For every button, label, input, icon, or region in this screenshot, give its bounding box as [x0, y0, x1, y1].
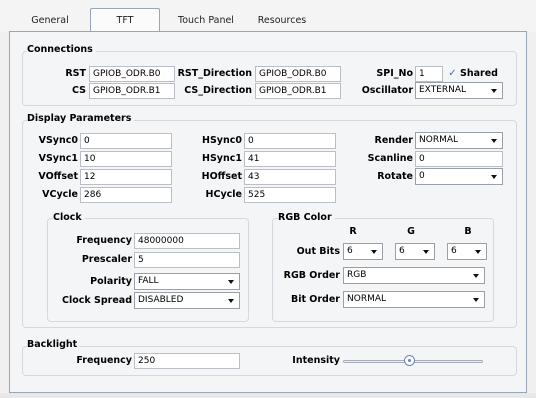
polarity-value: FALL	[138, 276, 159, 286]
render-label: Render	[374, 135, 413, 146]
bit-order-value: NORMAL	[347, 294, 387, 304]
blue-bits-value: 6	[451, 246, 457, 256]
chevron-down-icon	[371, 250, 377, 254]
green-bits-value: 6	[399, 246, 405, 256]
oscillator-dropdown[interactable]: EXTERNAL	[415, 82, 503, 99]
vsync0-field[interactable]: 0	[80, 133, 172, 149]
display-parameters-title: Display Parameters	[27, 113, 135, 124]
chevron-down-icon	[491, 175, 497, 179]
tab-strip: General TFT Touch Panel Resources	[0, 0, 536, 32]
cs-field[interactable]: GPIOB_ODR.B1	[89, 83, 175, 99]
tab-touch-panel[interactable]: Touch Panel	[168, 11, 244, 30]
vsync1-field[interactable]: 10	[80, 151, 172, 167]
shared-label: Shared	[460, 68, 498, 79]
out-bits-label: Out Bits	[296, 246, 340, 257]
voffset-label: VOffset	[38, 171, 78, 182]
rotate-label: Rotate	[377, 171, 413, 182]
tab-tft[interactable]: TFT	[90, 8, 160, 32]
scanline-label: Scanline	[367, 153, 413, 164]
voffset-field[interactable]: 12	[80, 169, 172, 185]
clock-frequency-field[interactable]: 48000000	[134, 233, 240, 249]
oscillator-label: Oscillator	[361, 85, 413, 96]
backlight-frequency-label: Frequency	[76, 355, 132, 366]
connections-title: Connections	[27, 44, 96, 55]
rgb-order-value: RGB	[347, 270, 367, 280]
chevron-down-icon	[491, 89, 497, 93]
rotate-dropdown[interactable]: 0	[415, 168, 503, 185]
rgb-order-dropdown[interactable]: RGB	[343, 267, 485, 284]
tft-tab-content: Connections RST GPIOB_ODR.B0 RST_Directi…	[9, 31, 527, 393]
hsync0-label: HSync0	[202, 135, 242, 146]
rgb-color-title: RGB Color	[278, 212, 335, 223]
hcycle-label: HCycle	[205, 189, 242, 200]
rst-direction-field[interactable]: GPIOB_ODR.B0	[255, 66, 341, 82]
intensity-slider-thumb[interactable]	[403, 355, 415, 366]
shared-checkbox[interactable]: ✓	[447, 68, 458, 79]
hsync0-field[interactable]: 0	[244, 133, 336, 149]
red-bits-dropdown[interactable]: 6	[343, 243, 383, 260]
tab-resources[interactable]: Resources	[250, 11, 314, 30]
tft-settings-window: General TFT Touch Panel Resources Connec…	[0, 0, 536, 398]
backlight-title: Backlight	[27, 339, 81, 350]
clock-title: Clock	[53, 212, 85, 223]
vsync0-label: VSync0	[38, 135, 78, 146]
scanline-field[interactable]: 0	[415, 151, 503, 167]
g-column-header: G	[407, 226, 415, 237]
cs-direction-label: CS_Direction	[184, 85, 252, 96]
green-bits-dropdown[interactable]: 6	[395, 243, 435, 260]
r-column-header: R	[349, 226, 357, 237]
chevron-down-icon	[475, 250, 481, 254]
polarity-dropdown[interactable]: FALL	[134, 273, 240, 290]
tab-general[interactable]: General	[20, 11, 80, 30]
hcycle-field[interactable]: 525	[244, 187, 336, 203]
chevron-down-icon	[491, 139, 497, 143]
vcycle-label: VCycle	[42, 189, 78, 200]
chevron-down-icon	[473, 298, 479, 302]
hoffset-label: HOffset	[201, 171, 242, 182]
rotate-value: 0	[419, 171, 425, 181]
oscillator-value: EXTERNAL	[419, 85, 467, 95]
frequency-label: Frequency	[76, 235, 132, 246]
vcycle-field[interactable]: 286	[80, 187, 172, 203]
chevron-down-icon	[473, 274, 479, 278]
cs-direction-field[interactable]: GPIOB_ODR.B1	[255, 83, 341, 99]
clock-spread-label: Clock Spread	[62, 295, 132, 306]
spi-no-field[interactable]: 1	[415, 66, 443, 82]
window-bottom-edge	[0, 393, 536, 398]
prescaler-label: Prescaler	[81, 254, 132, 265]
hsync1-label: HSync1	[202, 153, 242, 164]
rgb-order-label: RGB Order	[283, 270, 340, 281]
bit-order-label: Bit Order	[290, 294, 340, 305]
render-dropdown[interactable]: NORMAL	[415, 132, 503, 149]
blue-bits-dropdown[interactable]: 6	[447, 243, 487, 260]
chevron-down-icon	[423, 250, 429, 254]
hoffset-field[interactable]: 43	[244, 169, 336, 185]
intensity-label: Intensity	[292, 355, 340, 366]
cs-label: CS	[72, 85, 86, 96]
clock-spread-dropdown[interactable]: DISABLED	[134, 292, 240, 309]
prescaler-field[interactable]: 5	[134, 252, 240, 268]
rst-label: RST	[65, 68, 86, 79]
red-bits-value: 6	[347, 246, 353, 256]
clock-spread-value: DISABLED	[138, 295, 184, 305]
bit-order-dropdown[interactable]: NORMAL	[343, 291, 485, 308]
b-column-header: B	[464, 226, 472, 237]
render-value: NORMAL	[419, 135, 459, 145]
hsync1-field[interactable]: 41	[244, 151, 336, 167]
chevron-down-icon	[228, 280, 234, 284]
rst-direction-label: RST_Direction	[177, 68, 252, 79]
spi-no-label: SPI_No	[376, 68, 413, 79]
vsync1-label: VSync1	[38, 153, 78, 164]
checkmark-icon: ✓	[448, 68, 457, 79]
polarity-label: Polarity	[90, 276, 132, 287]
rst-field[interactable]: GPIOB_ODR.B0	[89, 66, 175, 82]
backlight-frequency-field[interactable]: 250	[134, 353, 240, 369]
chevron-down-icon	[228, 299, 234, 303]
